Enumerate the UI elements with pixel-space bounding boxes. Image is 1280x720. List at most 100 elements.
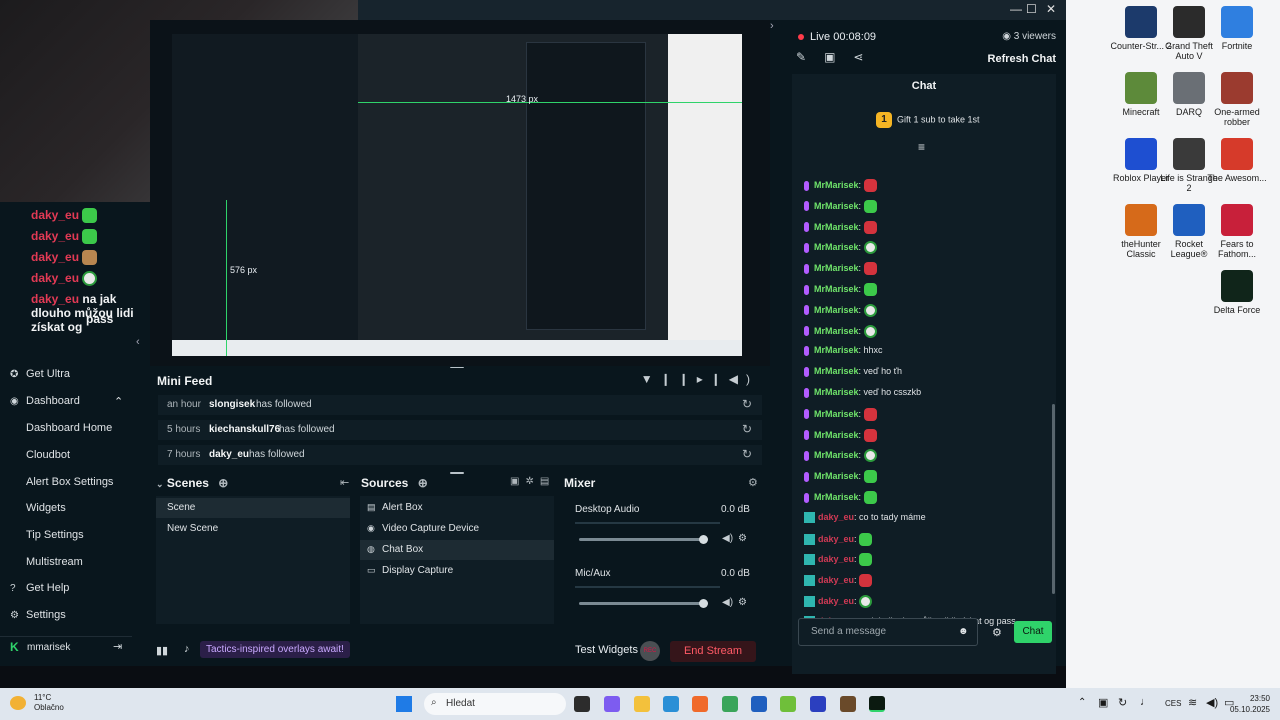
chat-username[interactable]: MrMarisek	[814, 492, 859, 502]
app-icon[interactable]	[810, 696, 826, 712]
volume-icon[interactable]: ◀)	[1206, 696, 1218, 709]
speaker-icon[interactable]: ◀)	[722, 533, 733, 544]
chat-username[interactable]: daky_eu	[818, 512, 854, 522]
source-item[interactable]: ▤ Alert Box	[360, 498, 554, 518]
nav-alert-box-settings[interactable]: Alert Box Settings	[26, 476, 113, 488]
chat-username[interactable]: MrMarisek	[814, 305, 859, 315]
chevron-down-icon[interactable]: ⌄	[156, 479, 164, 489]
chat-username[interactable]: MrMarisek	[814, 450, 859, 460]
edge-icon[interactable]	[663, 696, 679, 712]
volume-slider-knob[interactable]	[699, 599, 708, 608]
volume-slider[interactable]	[579, 602, 703, 605]
mixer-settings-icon[interactable]: ⚙	[748, 476, 758, 489]
taskbar-clock[interactable]: 23:50 05.10.2025	[1230, 693, 1270, 715]
chat-username[interactable]: MrMarisek	[814, 180, 859, 190]
chat-username[interactable]: MrMarisek	[814, 263, 859, 273]
chat-input[interactable]: Send a message	[798, 618, 978, 646]
chevron-right-icon[interactable]: ›	[770, 20, 774, 32]
chat-username[interactable]: daky_eu	[818, 596, 854, 606]
chevron-up-icon[interactable]: ⌃	[114, 395, 123, 408]
desktop-shortcut[interactable]: The Awesom...	[1206, 138, 1268, 183]
skip-icon[interactable]: ▸❙	[697, 372, 729, 386]
chat-username[interactable]: MrMarisek	[814, 429, 859, 439]
source-item[interactable]: ◍ Chat Box	[360, 540, 554, 560]
chat-username[interactable]: MrMarisek	[814, 242, 859, 252]
chat-username[interactable]: MrMarisek	[814, 345, 859, 355]
store-icon[interactable]	[751, 696, 767, 712]
nav-get-ultra[interactable]: ✪ Get Ultra	[10, 368, 70, 380]
windows-start-icon[interactable]	[396, 696, 412, 712]
nav-widgets[interactable]: Widgets	[26, 502, 66, 514]
send-chat-button[interactable]: Chat	[1014, 621, 1052, 643]
logout-icon[interactable]: ⇥	[113, 640, 122, 653]
settings-icon[interactable]: ✲	[525, 476, 539, 487]
promo-banner[interactable]: Tactics-inspired overlays await!	[200, 641, 350, 658]
language-indicator[interactable]: CES	[1165, 699, 1181, 708]
filter-icon[interactable]: ≡	[918, 140, 925, 154]
replay-icon[interactable]: ↻	[742, 447, 752, 461]
firefox-icon[interactable]	[692, 696, 708, 712]
nav-tip-settings[interactable]: Tip Settings	[26, 529, 84, 541]
volume-icon[interactable]: ◀)	[729, 372, 758, 386]
chat-username[interactable]: MrMarisek	[814, 284, 859, 294]
task-view-icon[interactable]	[574, 696, 590, 712]
nav-get-help[interactable]: ? Get Help	[10, 582, 69, 594]
gear-icon[interactable]: ⚙	[738, 597, 747, 608]
add-source-icon[interactable]: ⊕	[418, 476, 428, 490]
chat-username[interactable]: MrMarisek	[814, 201, 859, 211]
nav-dashboard-home[interactable]: Dashboard Home	[26, 422, 112, 434]
chat-username[interactable]: MrMarisek	[814, 387, 859, 397]
stats-icon[interactable]: ▮▮	[156, 644, 168, 657]
microphone-icon[interactable]: ♩	[1140, 696, 1151, 708]
record-button[interactable]: REC	[640, 641, 660, 661]
end-stream-button[interactable]: End Stream	[670, 641, 756, 662]
nav-cloudbot[interactable]: Cloudbot	[26, 449, 70, 461]
minecraft-icon[interactable]	[840, 696, 856, 712]
copilot-icon[interactable]	[604, 696, 620, 712]
app-icon[interactable]	[780, 696, 796, 712]
bell-icon[interactable]: ♪	[184, 643, 190, 655]
nav-dashboard[interactable]: ◉ Dashboard ⌃	[10, 395, 123, 408]
wifi-icon[interactable]: ≋	[1188, 696, 1197, 709]
gear-icon[interactable]: ⚙	[992, 626, 1002, 639]
chevron-left-icon[interactable]: ‹	[136, 336, 140, 348]
source-item[interactable]: ▭ Display Capture	[360, 561, 554, 581]
pause-icon[interactable]: ❙❙	[661, 372, 697, 386]
chat-username[interactable]: MrMarisek	[814, 221, 859, 231]
file-explorer-icon[interactable]	[634, 696, 650, 712]
minimize-icon[interactable]: —	[1010, 2, 1022, 16]
chrome-icon[interactable]	[722, 696, 738, 712]
scene-item[interactable]: New Scene	[156, 519, 350, 539]
source-item[interactable]: ◉ Video Capture Device	[360, 519, 554, 539]
tray-sync-icon[interactable]: ↻	[1118, 696, 1127, 709]
emoji-icon[interactable]: ☻	[958, 626, 969, 637]
refresh-chat-button[interactable]: Refresh Chat	[988, 53, 1056, 65]
filter-icon[interactable]: ▼	[641, 372, 661, 386]
replay-icon[interactable]: ↻	[742, 422, 752, 436]
taskbar-search[interactable]: ⌕ Hledat	[424, 693, 566, 715]
close-icon[interactable]: ✕	[1046, 2, 1056, 16]
tray-app-icon[interactable]: ▣	[1098, 696, 1108, 709]
test-widgets-button[interactable]: Test Widgets	[575, 644, 638, 656]
chat-username[interactable]: MrMarisek	[814, 409, 859, 419]
nav-multistream[interactable]: Multistream	[26, 556, 83, 568]
desktop-shortcut[interactable]: Fears to Fathom...	[1206, 204, 1268, 259]
desktop-shortcut[interactable]: Fortnite	[1206, 6, 1268, 51]
chat-username[interactable]: daky_eu	[818, 575, 854, 585]
collapse-panel-icon[interactable]: ⇤	[340, 476, 349, 489]
chat-scrollbar[interactable]	[1052, 404, 1055, 594]
chevron-up-icon[interactable]: ⌃	[1078, 697, 1086, 708]
chat-username[interactable]: MrMarisek	[814, 471, 859, 481]
edit-icon[interactable]: ✎	[796, 50, 824, 64]
desktop-shortcut[interactable]: One-armed robber	[1206, 72, 1268, 127]
gear-icon[interactable]: ⚙	[738, 533, 747, 544]
replay-icon[interactable]: ↻	[742, 397, 752, 411]
chat-username[interactable]: MrMarisek	[814, 325, 859, 335]
share-icon[interactable]: ⋖	[853, 50, 881, 64]
volume-slider-knob[interactable]	[699, 535, 708, 544]
add-scene-icon[interactable]: ⊕	[218, 476, 228, 490]
scene-item[interactable]: Scene	[156, 498, 350, 518]
gift-banner[interactable]: 1 Gift 1 sub to take 1st	[876, 112, 980, 128]
resize-handle[interactable]	[450, 472, 464, 474]
chat-username[interactable]: daky_eu	[818, 533, 854, 543]
